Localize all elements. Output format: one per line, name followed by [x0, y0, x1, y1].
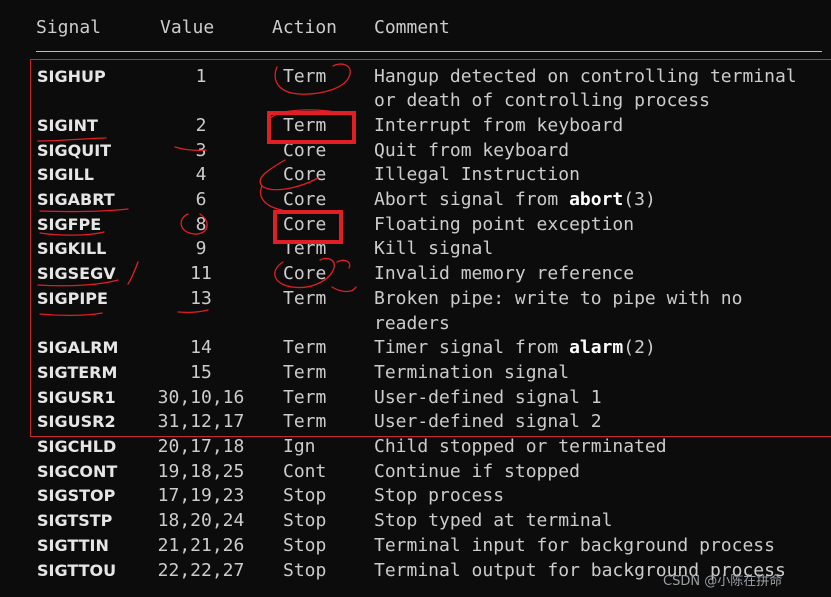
scribble-sigint-term: [269, 109, 346, 119]
scribble-sigsegv-core: [274, 257, 335, 289]
underline-value-3: [174, 146, 207, 152]
scribble-sighup-term: [274, 63, 351, 95]
handwritten-marks: [37, 63, 357, 317]
scribble-sigsegv-core-2: [336, 259, 351, 269]
scribble-core-group: [259, 159, 319, 191]
underline-sigpipe: [39, 312, 103, 317]
scribble-sigpipe-term: [331, 286, 357, 293]
underline-sigabrt: [39, 208, 129, 213]
underline-sigfpe: [39, 231, 105, 236]
watermark: CSDN @小陈在拼命: [663, 574, 783, 589]
underline-value-13: [177, 309, 209, 314]
underline-sigsegv: [37, 279, 119, 287]
circle-value-8: [180, 213, 208, 235]
mark-sigsegv: [127, 261, 139, 285]
underline-sigint: [37, 137, 107, 142]
